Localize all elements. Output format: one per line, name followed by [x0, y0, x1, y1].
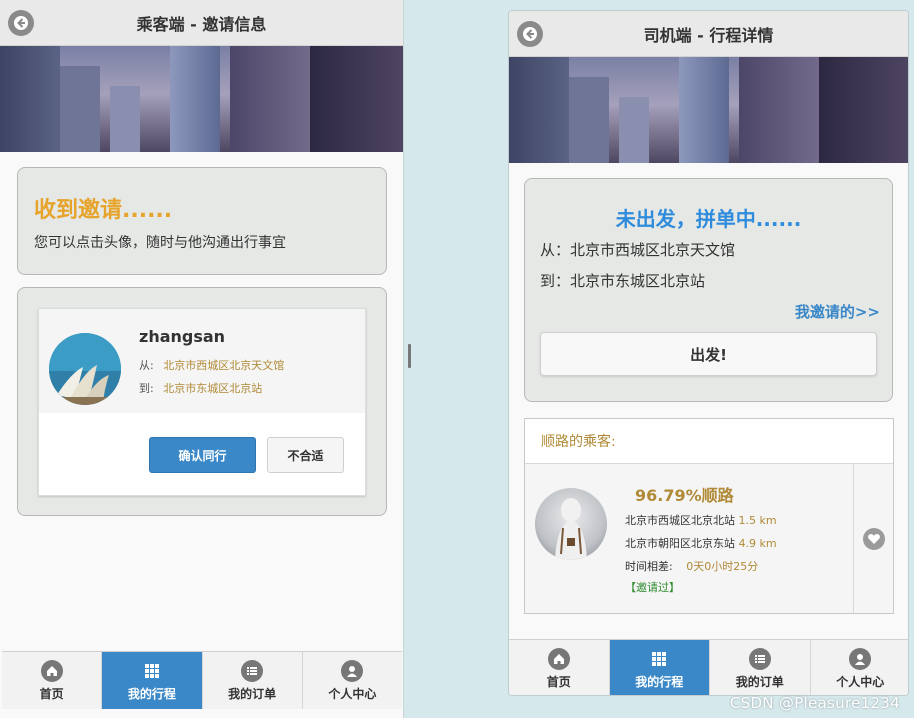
trip-from: 从：北京市西城区北京天文馆	[540, 241, 736, 259]
reject-button[interactable]: 不合适	[267, 437, 344, 473]
tab-bar: 首页 我的行程 我的订单 个人中心	[2, 651, 402, 709]
back-button[interactable]	[517, 21, 543, 47]
list-icon	[241, 659, 264, 682]
passenger-to: 北京市朝阳区北京东站 4.9 km	[625, 535, 777, 551]
home-icon	[547, 647, 570, 670]
trip-to: 到：北京市东城区北京站	[540, 272, 706, 290]
tab-label: 我的行程	[127, 686, 176, 701]
tab-my-orders[interactable]: 我的订单	[202, 652, 303, 709]
tab-profile[interactable]: 个人中心	[302, 652, 402, 709]
from-label: 从:	[139, 359, 154, 372]
passenger-screen: 乘客端 - 邀请信息 收到邀请...... 您可以点击头像，随时与他沟通出行事宜	[0, 0, 404, 718]
confirm-ride-button[interactable]: 确认同行	[149, 437, 256, 473]
tab-my-trips[interactable]: 我的行程	[102, 652, 203, 709]
figure-image	[555, 498, 587, 560]
tab-label: 我的订单	[735, 674, 784, 689]
invite-notice-card: 收到邀请...... 您可以点击头像，随时与他沟通出行事宜	[17, 167, 387, 275]
tab-my-orders[interactable]: 我的订单	[710, 640, 811, 695]
invite-subtitle: 您可以点击头像，随时与他沟通出行事宜	[34, 235, 286, 251]
watermark: CSDN @Pleasure1234	[729, 694, 900, 712]
to-address: 北京市朝阳区北京东站	[625, 537, 735, 550]
user-name: zhangsan	[139, 327, 226, 346]
from-address: 北京市西城区北京天文馆	[163, 359, 285, 372]
time-diff: 时间相差: 0天0小时25分	[625, 558, 758, 574]
banner-image	[0, 46, 403, 152]
header: 司机端 - 行程详情	[509, 11, 908, 57]
user-icon	[341, 659, 364, 682]
tab-my-trips[interactable]: 我的行程	[609, 640, 710, 695]
tab-label: 首页	[546, 674, 571, 689]
passenger-item[interactable]: 96.79%顺路 北京市西城区北京北站 1.5 km 北京市朝阳区北京东站 4.…	[525, 464, 853, 613]
split-handle[interactable]	[408, 344, 411, 368]
invite-detail-card: zhangsan 从: 北京市西城区北京天文馆 到: 北京市东城区北京站 确认同…	[17, 287, 387, 516]
avatar[interactable]	[535, 488, 607, 560]
user-icon	[849, 647, 872, 670]
opera-house-image	[49, 333, 121, 405]
invited-badge: 【邀请过】	[625, 581, 680, 594]
passenger-from: 北京市西城区北京北站 1.5 km	[625, 512, 777, 528]
from-address: 北京市西城区北京北站	[625, 514, 735, 527]
list-icon	[748, 647, 771, 670]
from-line: 从: 北京市西城区北京天文馆	[139, 357, 284, 373]
home-icon	[40, 659, 63, 682]
banner-image	[509, 57, 908, 163]
tab-label: 个人中心	[836, 674, 885, 689]
trip-status-card: 未出发，拼单中...... 从：北京市西城区北京天文馆 到：北京市东城区北京站 …	[524, 178, 893, 402]
to-line: 到: 北京市东城区北京站	[139, 380, 262, 396]
tab-label: 我的订单	[228, 686, 277, 701]
arrow-left-icon	[14, 16, 28, 30]
my-invites-link[interactable]: 我邀请的>>	[795, 301, 880, 322]
back-button[interactable]	[8, 10, 34, 36]
grid-icon	[141, 660, 163, 682]
passengers-panel: 顺路的乘客: 96.79%顺路 北京市西城区北京北站 1.5 km 北京市朝阳区…	[524, 418, 894, 614]
from-distance: 1.5 km	[738, 514, 777, 527]
tab-profile[interactable]: 个人中心	[810, 640, 908, 695]
inviter-info: zhangsan 从: 北京市西城区北京天文馆 到: 北京市东城区北京站	[39, 309, 365, 413]
time-label: 时间相差:	[625, 560, 673, 573]
trip-status: 未出发，拼单中......	[615, 207, 802, 231]
tab-home[interactable]: 首页	[2, 652, 103, 709]
tab-label: 首页	[39, 686, 64, 701]
tab-home[interactable]: 首页	[509, 640, 610, 695]
inviter-card: zhangsan 从: 北京市西城区北京天文馆 到: 北京市东城区北京站 确认同…	[38, 308, 366, 496]
to-address: 北京市东城区北京站	[163, 382, 263, 395]
time-value: 0天0小时25分	[686, 560, 759, 573]
heart-icon	[862, 527, 885, 550]
to-distance: 4.9 km	[738, 537, 777, 550]
page-title: 乘客端 - 邀请信息	[136, 14, 267, 34]
page-title: 司机端 - 行程详情	[643, 25, 774, 45]
avatar[interactable]	[49, 333, 121, 405]
match-percent: 96.79%顺路	[635, 486, 734, 505]
favorite-button[interactable]	[853, 464, 893, 613]
header: 乘客端 - 邀请信息	[0, 0, 403, 46]
grid-icon	[648, 648, 670, 670]
to-label: 到:	[139, 382, 154, 395]
arrow-left-icon	[523, 27, 537, 41]
invite-title: 收到邀请......	[34, 198, 173, 223]
passengers-header: 顺路的乘客:	[525, 419, 893, 464]
tab-label: 我的行程	[635, 674, 684, 689]
depart-button[interactable]: 出发!	[540, 332, 877, 376]
tab-bar: 首页 我的行程 我的订单 个人中心	[509, 639, 908, 695]
tab-label: 个人中心	[328, 686, 377, 701]
driver-screen: 司机端 - 行程详情 未出发，拼单中...... 从：北京市西城区北京天文馆 到…	[508, 10, 909, 696]
